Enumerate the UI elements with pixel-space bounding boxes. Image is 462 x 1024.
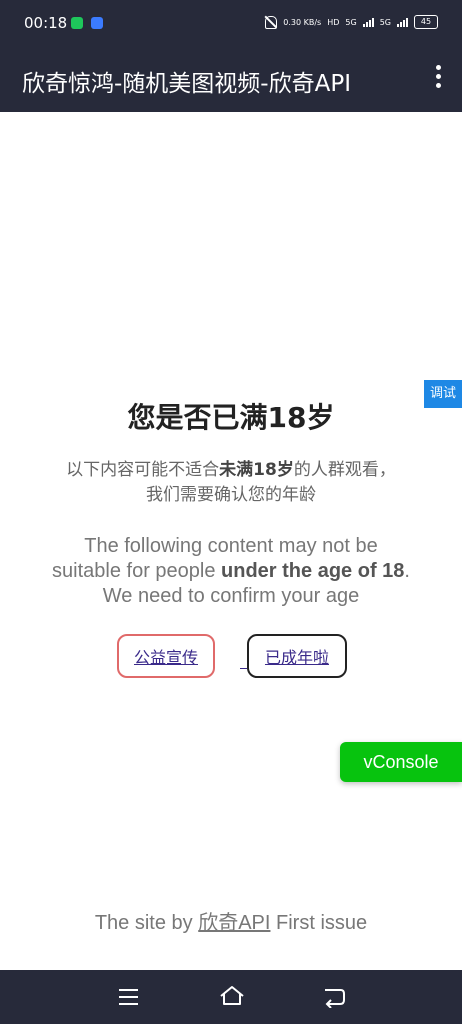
age-gate-cn-message: 以下内容可能不适合未满18岁的人群观看， 我们需要确认您的年龄 (66, 460, 396, 505)
age-gate-heading: 您是否已满18岁 (127, 401, 335, 434)
status-bar: 00:18 0.30 KB/s HD 5G 5G 45 (0, 0, 462, 46)
mute-icon (265, 15, 278, 29)
battery-icon: 45 (414, 15, 438, 29)
network-speed: 0.30 KB/s (283, 17, 322, 27)
app-notification-icon (71, 17, 83, 29)
system-nav-bar (0, 970, 462, 1024)
charity-button[interactable]: 公益宣传 (117, 634, 215, 678)
back-icon[interactable] (322, 986, 346, 1008)
age-gate-en-message: The following content may not be suitabl… (52, 535, 410, 607)
footer: The site by 欣奇API First issue (94, 912, 368, 934)
link-separator (240, 668, 247, 669)
app-bar: 欣奇惊鸿-随机美图视频-欣奇API (0, 46, 462, 112)
signal-label: 5G (345, 17, 357, 27)
status-indicators: 0.30 KB/s HD 5G 5G 45 (265, 15, 438, 29)
footer-link[interactable]: 欣奇API (198, 912, 270, 934)
page-title: 欣奇惊鸿-随机美图视频-欣奇API (22, 71, 351, 97)
more-vert-icon[interactable] (432, 65, 444, 91)
signal-icon (397, 17, 408, 27)
signal-label: 5G (379, 17, 391, 27)
vconsole-button[interactable]: vConsole (340, 742, 462, 782)
home-icon[interactable] (219, 984, 245, 1008)
menu-icon[interactable] (119, 989, 138, 1010)
age-gate: 您是否已满18岁 以下内容可能不适合未满18岁的人群观看， 我们需要确认您的年龄… (0, 112, 462, 970)
hd-badge: HD (327, 17, 340, 27)
signal-icon (362, 17, 374, 27)
status-time: 00:18 (24, 14, 68, 32)
debug-tab[interactable]: 调试 (424, 380, 462, 408)
app-notification-icon (91, 17, 103, 29)
confirm-adult-button[interactable]: 已成年啦 (247, 634, 347, 678)
